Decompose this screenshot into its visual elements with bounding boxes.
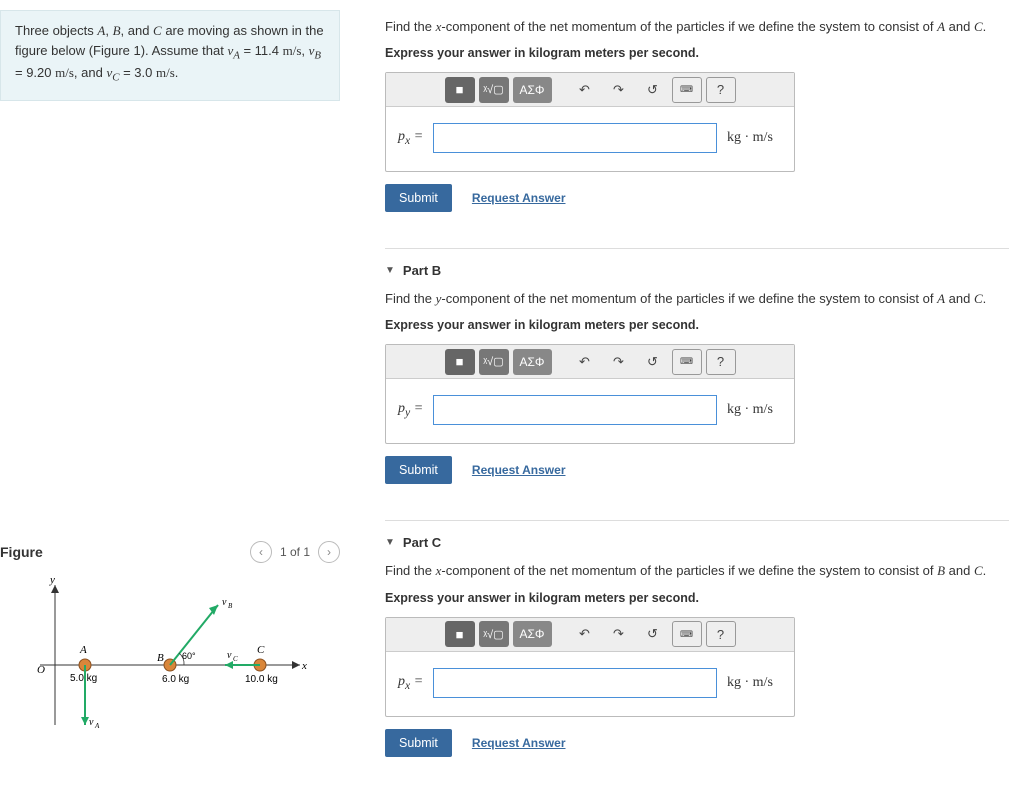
svg-text:v: v <box>89 717 94 728</box>
svg-text:v: v <box>227 650 232 661</box>
greek-button[interactable]: ΑΣΦ <box>513 349 552 375</box>
part-a-instruct: Express your answer in kilogram meters p… <box>385 46 1009 60</box>
redo-button[interactable]: ↷ <box>604 621 634 647</box>
submit-button[interactable]: Submit <box>385 456 452 484</box>
unit-label: kg · m/s <box>727 675 782 691</box>
collapse-icon[interactable]: ▼ <box>385 537 395 548</box>
formula-toolbar: ■ ᵡ√▢ ΑΣΦ ↶ ↷ ↺ ⌨ ? <box>386 73 794 107</box>
unit-label: kg · m/s <box>727 402 782 418</box>
formula-toolbar: ■ ᵡ√▢ ΑΣΦ ↶ ↷ ↺ ⌨ ? <box>386 618 794 652</box>
template-button[interactable]: ■ <box>445 349 475 375</box>
part-c-instruct: Express your answer in kilogram meters p… <box>385 591 1009 605</box>
keyboard-button[interactable]: ⌨ <box>672 77 702 103</box>
svg-text:A: A <box>79 644 87 656</box>
part-b: ▼ Part B Find the y-component of the net… <box>385 248 1009 492</box>
unit-label: kg · m/s <box>727 130 782 146</box>
svg-text:v: v <box>222 597 227 608</box>
formula-toolbar: ■ ᵡ√▢ ΑΣΦ ↶ ↷ ↺ ⌨ ? <box>386 345 794 379</box>
answer-input[interactable] <box>433 123 717 153</box>
part-a: Find the x-component of the net momentum… <box>385 18 1009 220</box>
part-a-answer-box: ■ ᵡ√▢ ΑΣΦ ↶ ↷ ↺ ⌨ ? px = kg · m/s <box>385 72 795 172</box>
part-c: ▼ Part C Find the x-component of the net… <box>385 520 1009 764</box>
svg-text:6.0 kg: 6.0 kg <box>162 674 189 685</box>
var-label: px = <box>398 674 423 692</box>
svg-text:x: x <box>301 660 307 672</box>
template-button[interactable]: ■ <box>445 77 475 103</box>
part-c-title: Part C <box>403 535 441 550</box>
redo-button[interactable]: ↷ <box>604 77 634 103</box>
template-button[interactable]: ■ <box>445 621 475 647</box>
pager-label: 1 of 1 <box>280 545 310 559</box>
radical-button[interactable]: ᵡ√▢ <box>479 349 509 375</box>
request-answer-link[interactable]: Request Answer <box>472 191 566 205</box>
reset-button[interactable]: ↺ <box>638 349 668 375</box>
request-answer-link[interactable]: Request Answer <box>472 736 566 750</box>
reset-button[interactable]: ↺ <box>638 621 668 647</box>
svg-text:10.0 kg: 10.0 kg <box>245 674 278 685</box>
svg-text:B: B <box>228 602 233 610</box>
help-button[interactable]: ? <box>706 349 736 375</box>
svg-text:A: A <box>94 722 100 730</box>
radical-button[interactable]: ᵡ√▢ <box>479 621 509 647</box>
keyboard-button[interactable]: ⌨ <box>672 621 702 647</box>
request-answer-link[interactable]: Request Answer <box>472 463 566 477</box>
part-b-title: Part B <box>403 263 441 278</box>
pager-next-button[interactable]: › <box>318 541 340 563</box>
part-a-prompt: Find the x-component of the net momentum… <box>385 18 1009 36</box>
figure-diagram: O y x A 5.0 kg v A B 6.0 kg <box>0 575 310 735</box>
part-b-answer-box: ■ ᵡ√▢ ΑΣΦ ↶ ↷ ↺ ⌨ ? py = kg · m/s <box>385 344 795 444</box>
submit-button[interactable]: Submit <box>385 184 452 212</box>
var-label: px = <box>398 129 423 147</box>
undo-button[interactable]: ↶ <box>570 77 600 103</box>
figure-title: Figure <box>0 544 43 560</box>
greek-button[interactable]: ΑΣΦ <box>513 77 552 103</box>
radical-button[interactable]: ᵡ√▢ <box>479 77 509 103</box>
submit-button[interactable]: Submit <box>385 729 452 757</box>
svg-text:C: C <box>233 655 238 663</box>
part-c-answer-box: ■ ᵡ√▢ ΑΣΦ ↶ ↷ ↺ ⌨ ? px = kg · m/s <box>385 617 795 717</box>
part-b-prompt: Find the y-component of the net momentum… <box>385 290 1009 308</box>
svg-text:C: C <box>257 644 265 656</box>
keyboard-button[interactable]: ⌨ <box>672 349 702 375</box>
svg-text:5.0 kg: 5.0 kg <box>70 673 97 684</box>
svg-text:y: y <box>49 575 55 586</box>
var-label: py = <box>398 401 423 419</box>
svg-text:O: O <box>37 664 45 676</box>
answer-input[interactable] <box>433 668 717 698</box>
pager-prev-button[interactable]: ‹ <box>250 541 272 563</box>
redo-button[interactable]: ↷ <box>604 349 634 375</box>
svg-text:B: B <box>157 652 164 664</box>
part-c-prompt: Find the x-component of the net momentum… <box>385 562 1009 580</box>
collapse-icon[interactable]: ▼ <box>385 265 395 276</box>
undo-button[interactable]: ↶ <box>570 349 600 375</box>
help-button[interactable]: ? <box>706 77 736 103</box>
problem-statement: Three objects A, B, and C are moving as … <box>0 10 340 101</box>
part-b-instruct: Express your answer in kilogram meters p… <box>385 318 1009 332</box>
undo-button[interactable]: ↶ <box>570 621 600 647</box>
help-button[interactable]: ? <box>706 621 736 647</box>
greek-button[interactable]: ΑΣΦ <box>513 621 552 647</box>
svg-text:60°: 60° <box>182 651 196 661</box>
figure-pager: ‹ 1 of 1 › <box>250 541 340 563</box>
reset-button[interactable]: ↺ <box>638 77 668 103</box>
answer-input[interactable] <box>433 395 717 425</box>
